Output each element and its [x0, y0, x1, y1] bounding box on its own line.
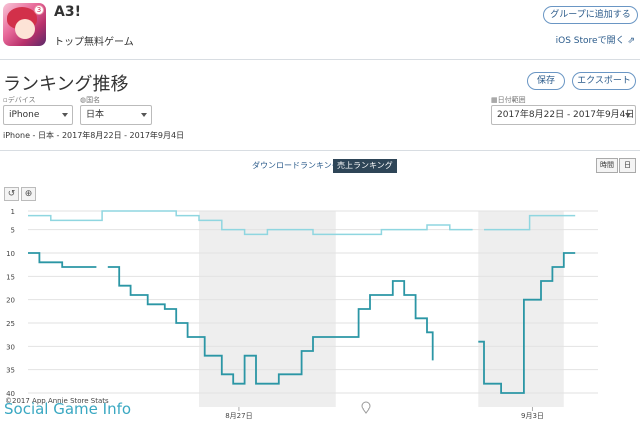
- device-select[interactable]: iPhone: [3, 105, 73, 125]
- chart-y-tick-label: 1: [11, 208, 15, 216]
- ranking-chart: 1510152025303540 8月27日 9月3日: [6, 208, 598, 420]
- app-icon-face: [15, 19, 35, 39]
- date-range-select[interactable]: 2017年8月22日 - 2017年9月4日: [491, 105, 636, 125]
- chart-x-ticks: 8月27日 9月3日: [225, 407, 544, 420]
- date-range-label-text: 日付範囲: [497, 96, 526, 104]
- chart-y-tick-label: 25: [6, 320, 15, 328]
- page-title: ランキング推移: [3, 74, 129, 95]
- brand-watermark: Social Game Info: [4, 400, 132, 418]
- hourly-toggle[interactable]: 時間: [596, 158, 618, 173]
- chart-shaded-band: [478, 211, 564, 407]
- tab-downloads[interactable]: ダウンロードランキング: [252, 160, 340, 172]
- external-link-icon: ⇗: [627, 36, 635, 46]
- country-select[interactable]: 日本: [80, 105, 152, 125]
- ios-store-link-label: iOS Storeで開く: [555, 36, 625, 46]
- header-divider: [0, 59, 640, 60]
- ios-store-link[interactable]: iOS Storeで開く ⇗: [556, 33, 635, 46]
- chart-shaded-regions: [199, 211, 564, 407]
- chart-marker-icon: [361, 401, 371, 414]
- date-range-value: 2017年8月22日 - 2017年9月4日: [497, 110, 635, 120]
- calendar-icon: ▦: [491, 96, 498, 104]
- chart-x-tick-label: 8月27日: [225, 412, 252, 420]
- save-button[interactable]: 保存: [527, 72, 565, 90]
- reset-zoom-icon[interactable]: ↺: [4, 187, 19, 201]
- app-icon: 3: [3, 3, 46, 46]
- date-range-label: ▦日付範囲: [491, 95, 526, 105]
- country-label: ◍国名: [80, 95, 100, 105]
- chart-y-tick-label: 35: [6, 367, 15, 375]
- country-select-value: 日本: [86, 110, 105, 120]
- chevron-down-icon: [141, 113, 147, 117]
- chart-y-tick-label: 5: [11, 227, 15, 235]
- tab-revenue[interactable]: 売上ランキング: [333, 159, 397, 173]
- chart-x-tick-label: 9月3日: [521, 412, 544, 420]
- add-to-group-button[interactable]: グループに追加する: [543, 6, 638, 24]
- device-label: ▫デバイス: [3, 95, 36, 105]
- chevron-down-icon: [62, 113, 68, 117]
- device-select-value: iPhone: [9, 110, 40, 120]
- filters-divider: [0, 150, 640, 151]
- app-title: A3!: [54, 4, 81, 20]
- device-label-text: デバイス: [7, 96, 36, 104]
- chart-y-ticks: 1510152025303540: [6, 208, 15, 398]
- app-icon-badge: 3: [34, 5, 44, 15]
- country-label-text: 国名: [86, 96, 101, 104]
- daily-toggle[interactable]: 日: [619, 158, 636, 173]
- export-button[interactable]: エクスポート: [572, 72, 636, 90]
- zoom-icon[interactable]: ⊕: [21, 187, 36, 201]
- chevron-down-icon: [625, 113, 631, 117]
- chart-y-tick-label: 30: [6, 343, 15, 351]
- chart-series-line: [28, 252, 97, 268]
- chart-y-tick-label: 10: [6, 250, 15, 258]
- chart-y-tick-label: 15: [6, 273, 15, 281]
- app-category[interactable]: トップ無料: [54, 33, 104, 48]
- chart-y-tick-label: 20: [6, 297, 15, 305]
- chart-subtitle: iPhone - 日本 - 2017年8月22日 - 2017年9月4日: [3, 131, 185, 140]
- chart-shaded-band: [199, 211, 336, 407]
- app-subcategory[interactable]: ゲーム: [104, 33, 134, 48]
